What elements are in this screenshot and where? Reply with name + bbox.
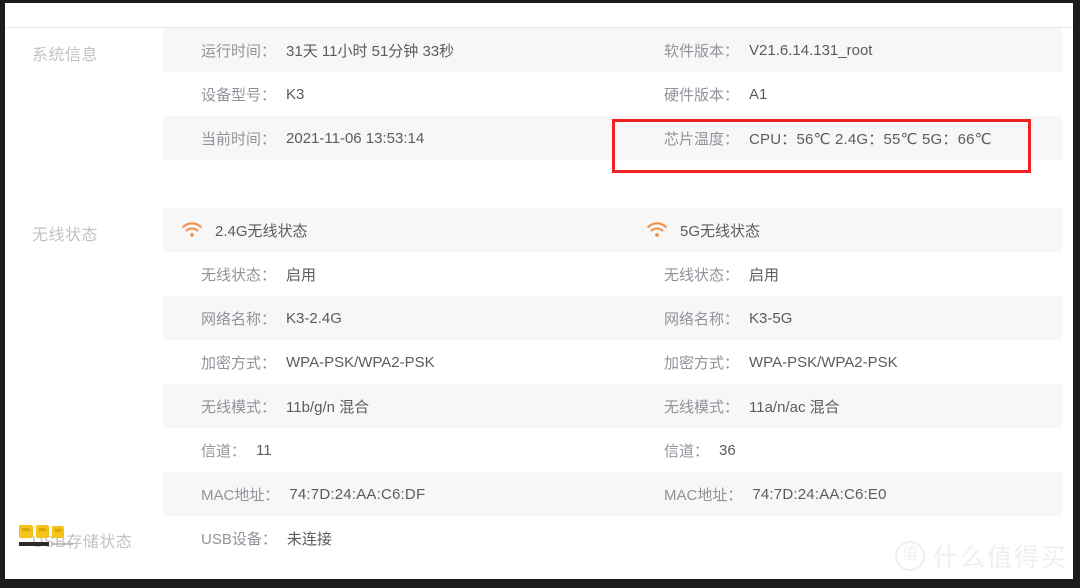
current-time-label: 当前时间：	[201, 130, 277, 148]
table-row: 运行时间： 31天 11小时 51分钟 33秒 软件版本： V21.6.14.1…	[163, 28, 1062, 72]
wireless-mode-24g-cell: 无线模式： 11b/g/n 混合	[163, 384, 624, 428]
device-model-cell: 设备型号： K3	[163, 72, 624, 116]
wireless-state-5g-label: 无线状态：	[664, 266, 740, 284]
wireless-state-24g-cell: 无线状态： 启用	[163, 252, 624, 296]
usb-device-cell: USB设备： 未连接	[163, 516, 624, 560]
software-version-value: V21.6.14.131_root	[749, 41, 873, 59]
software-version-label: 软件版本：	[664, 42, 740, 60]
ssid-5g-cell: 网络名称： K3-5G	[624, 296, 1062, 340]
encryption-5g-cell: 加密方式： WPA-PSK/WPA2-PSK	[624, 340, 1062, 384]
channel-24g-label: 信道：	[201, 442, 247, 460]
system-uptime-cell: 运行时间： 31天 11小时 51分钟 33秒	[163, 28, 624, 72]
system-info-section: 系统信息 运行时间： 31天 11小时 51分钟 33秒 软件版本： V21.6…	[5, 28, 1073, 160]
channel-24g-value: 11	[256, 441, 272, 459]
chip-temperature-value: CPU：56℃ 2.4G：55℃ 5G：66℃	[749, 130, 992, 148]
ssid-24g-value: K3-2.4G	[286, 309, 342, 327]
system-uptime-value: 31天 11小时 51分钟 33秒	[286, 42, 455, 60]
device-model-label: 设备型号：	[201, 86, 277, 104]
usb-storage-rows: USB设备： 未连接	[163, 516, 1062, 560]
wireless-band-header-row: 2.4G无线状态 5G无线状态	[163, 208, 1062, 252]
encryption-24g-label: 加密方式：	[201, 354, 277, 372]
channel-5g-cell: 信道： 36	[624, 428, 1062, 472]
wireless-status-rows: 2.4G无线状态 5G无线状态 无线状态： 启用 无线状态： 启用 网络名称： …	[163, 208, 1062, 516]
section-label-wireless-status: 无线状态	[32, 227, 99, 244]
system-uptime-label: 运行时间：	[201, 42, 277, 60]
software-version-cell: 软件版本： V21.6.14.131_root	[624, 28, 1062, 72]
section-label-system-info: 系统信息	[32, 47, 99, 64]
wifi-icon	[646, 221, 668, 239]
wireless-state-24g-value: 启用	[286, 266, 317, 284]
wireless-mode-5g-value: 11a/n/ac 混合	[749, 398, 840, 416]
ssid-24g-cell: 网络名称： K3-2.4G	[163, 296, 624, 340]
chip-temperature-label: 芯片温度：	[664, 130, 740, 148]
system-info-rows: 运行时间： 31天 11小时 51分钟 33秒 软件版本： V21.6.14.1…	[163, 28, 1062, 160]
mac-5g-cell: MAC地址： 74:7D:24:AA:C6:E0	[624, 472, 1062, 516]
usb-storage-section: USB存储状态 USB设备： 未连接	[5, 516, 1073, 560]
channel-24g-cell: 信道： 11	[163, 428, 624, 472]
table-row: USB设备： 未连接	[163, 516, 1062, 560]
wireless-status-section: 无线状态 2.4G无线状态 5G无线状态 无线状态： 启用 无线状态： 启用 网…	[5, 208, 1073, 516]
table-row: 无线模式： 11b/g/n 混合 无线模式： 11a/n/ac 混合	[163, 384, 1062, 428]
band-24g-header: 2.4G无线状态	[163, 208, 624, 252]
table-row: MAC地址： 74:7D:24:AA:C6:DF MAC地址： 74:7D:24…	[163, 472, 1062, 516]
table-row: 加密方式： WPA-PSK/WPA2-PSK 加密方式： WPA-PSK/WPA…	[163, 340, 1062, 384]
hardware-version-value: A1	[749, 85, 768, 103]
wireless-state-24g-label: 无线状态：	[201, 266, 277, 284]
table-row: 信道： 11 信道： 36	[163, 428, 1062, 472]
wireless-state-5g-value: 启用	[749, 266, 780, 284]
mac-5g-value: 74:7D:24:AA:C6:E0	[752, 485, 887, 503]
band-5g-header: 5G无线状态	[624, 208, 1062, 252]
wireless-mode-5g-label: 无线模式：	[664, 398, 740, 416]
usb-device-value: 未连接	[286, 530, 332, 548]
wifi-icon	[181, 221, 203, 239]
table-row: 网络名称： K3-2.4G 网络名称： K3-5G	[163, 296, 1062, 340]
current-time-value: 2021-11-06 13:53:14	[286, 129, 425, 147]
wireless-state-5g-cell: 无线状态： 启用	[624, 252, 1062, 296]
table-row: 当前时间： 2021-11-06 13:53:14 芯片温度： CPU：56℃ …	[163, 116, 1062, 160]
frame-border-right	[1073, 0, 1080, 588]
current-time-cell: 当前时间： 2021-11-06 13:53:14	[163, 116, 624, 160]
ssid-5g-label: 网络名称：	[664, 310, 740, 328]
channel-5g-label: 信道：	[664, 442, 710, 460]
channel-5g-value: 36	[719, 441, 736, 459]
wireless-mode-5g-cell: 无线模式： 11a/n/ac 混合	[624, 384, 1062, 428]
mac-24g-value: 74:7D:24:AA:C6:DF	[289, 485, 426, 503]
device-model-value: K3	[286, 85, 305, 103]
wireless-mode-24g-value: 11b/g/n 混合	[286, 398, 370, 416]
table-row: 无线状态： 启用 无线状态： 启用	[163, 252, 1062, 296]
mac-5g-label: MAC地址：	[664, 486, 743, 504]
band-5g-title: 5G无线状态	[680, 222, 761, 240]
encryption-24g-cell: 加密方式： WPA-PSK/WPA2-PSK	[163, 340, 624, 384]
ssid-5g-value: K3-5G	[749, 309, 793, 327]
encryption-5g-label: 加密方式：	[664, 354, 740, 372]
hardware-version-label: 硬件版本：	[664, 86, 740, 104]
usb-empty-cell	[624, 516, 1062, 560]
table-row: 设备型号： K3 硬件版本： A1	[163, 72, 1062, 116]
encryption-24g-value: WPA-PSK/WPA2-PSK	[286, 353, 435, 371]
chip-temperature-cell: 芯片温度： CPU：56℃ 2.4G：55℃ 5G：66℃	[624, 116, 1062, 160]
wireless-mode-24g-label: 无线模式：	[201, 398, 277, 416]
mac-24g-label: MAC地址：	[201, 486, 280, 504]
frame-border-bottom	[0, 579, 1080, 588]
mac-24g-cell: MAC地址： 74:7D:24:AA:C6:DF	[163, 472, 624, 516]
ssid-24g-label: 网络名称：	[201, 310, 277, 328]
usb-device-label: USB设备：	[201, 530, 277, 548]
router-status-page: 系统信息 运行时间： 31天 11小时 51分钟 33秒 软件版本： V21.6…	[5, 3, 1073, 579]
screenshot-frame: 系统信息 运行时间： 31天 11小时 51分钟 33秒 软件版本： V21.6…	[0, 0, 1080, 588]
encryption-5g-value: WPA-PSK/WPA2-PSK	[749, 353, 898, 371]
section-label-usb-storage: USB存储状态	[32, 534, 133, 551]
band-24g-title: 2.4G无线状态	[215, 222, 308, 240]
hardware-version-cell: 硬件版本： A1	[624, 72, 1062, 116]
